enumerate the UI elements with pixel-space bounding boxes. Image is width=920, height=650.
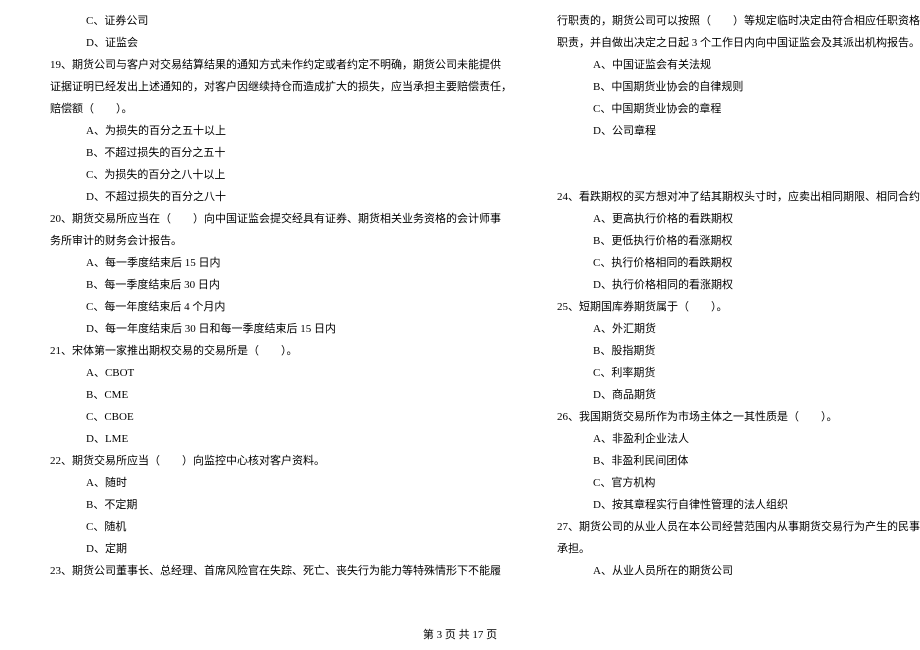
answer-option: D、不超过损失的百分之八十 (50, 186, 512, 208)
answer-option: C、执行价格相同的看跌期权 (557, 252, 920, 274)
answer-option: A、中国证监会有关法规 (557, 54, 920, 76)
question-text: 25、短期国库券期货属于（ ）。 (557, 296, 920, 318)
answer-option: D、执行价格相同的看涨期权 (557, 274, 920, 296)
answer-option: B、不定期 (50, 494, 512, 516)
answer-option: C、利率期货 (557, 362, 920, 384)
answer-option: B、更低执行价格的看涨期权 (557, 230, 920, 252)
answer-option: D、定期 (50, 538, 512, 560)
answer-option: A、非盈利企业法人 (557, 428, 920, 450)
answer-option: D、LME (50, 428, 512, 450)
question-text: 务所审计的财务会计报告。 (50, 230, 512, 252)
answer-option: A、随时 (50, 472, 512, 494)
answer-option: C、CBOE (50, 406, 512, 428)
question-text (557, 142, 920, 164)
question-text: 承担。 (557, 538, 920, 560)
question-text: 22、期货交易所应当（ ）向监控中心核对客户资料。 (50, 450, 512, 472)
answer-option: C、随机 (50, 516, 512, 538)
answer-option: A、CBOT (50, 362, 512, 384)
question-text (557, 164, 920, 186)
answer-option: C、官方机构 (557, 472, 920, 494)
answer-option: C、每一年度结束后 4 个月内 (50, 296, 512, 318)
answer-option: A、外汇期货 (557, 318, 920, 340)
question-text: 证据证明已经发出上述通知的，对客户因继续持仓而造成扩大的损失，应当承担主要赔偿责… (50, 76, 512, 98)
question-text: 24、看跌期权的买方想对冲了结其期权头寸时，应卖出相同期限、相同合约月份且（ ）… (557, 186, 920, 208)
answer-option: D、证监会 (50, 32, 512, 54)
question-text: 20、期货交易所应当在（ ）向中国证监会提交经具有证券、期货相关业务资格的会计师… (50, 208, 512, 230)
question-text: 27、期货公司的从业人员在本公司经营范围内从事期货交易行为产生的民事责任，由（ … (557, 516, 920, 538)
answer-option: C、中国期货业协会的章程 (557, 98, 920, 120)
answer-option: D、公司章程 (557, 120, 920, 142)
answer-option: B、CME (50, 384, 512, 406)
question-text: 行职责的，期货公司可以按照（ ）等规定临时决定由符合相应任职资格条件的人员代为履… (557, 10, 920, 32)
answer-option: A、从业人员所在的期货公司 (557, 560, 920, 582)
answer-option: D、按其章程实行自律性管理的法人组织 (557, 494, 920, 516)
left-column: C、证券公司D、证监会19、期货公司与客户对交易结算结果的通知方式未作约定或者约… (50, 10, 512, 595)
answer-option: D、商品期货 (557, 384, 920, 406)
question-text: 23、期货公司董事长、总经理、首席风险官在失踪、死亡、丧失行为能力等特殊情形下不… (50, 560, 512, 582)
right-column: 行职责的，期货公司可以按照（ ）等规定临时决定由符合相应任职资格条件的人员代为履… (557, 10, 920, 595)
document-columns: C、证券公司D、证监会19、期货公司与客户对交易结算结果的通知方式未作约定或者约… (50, 10, 870, 595)
answer-option: A、更高执行价格的看跌期权 (557, 208, 920, 230)
question-text: 26、我国期货交易所作为市场主体之一其性质是（ ）。 (557, 406, 920, 428)
answer-option: D、每一年度结束后 30 日和每一季度结束后 15 日内 (50, 318, 512, 340)
answer-option: B、不超过损失的百分之五十 (50, 142, 512, 164)
question-text: 职责，并自做出决定之日起 3 个工作日内向中国证监会及其派出机构报告。 (557, 32, 920, 54)
answer-option: B、非盈利民间团体 (557, 450, 920, 472)
question-text: 19、期货公司与客户对交易结算结果的通知方式未作约定或者约定不明确，期货公司未能… (50, 54, 512, 76)
question-text: 赔偿额（ ）。 (50, 98, 512, 120)
answer-option: C、为损失的百分之八十以上 (50, 164, 512, 186)
question-text: 21、宋体第一家推出期权交易的交易所是（ ）。 (50, 340, 512, 362)
answer-option: B、中国期货业协会的自律规则 (557, 76, 920, 98)
answer-option: A、为损失的百分之五十以上 (50, 120, 512, 142)
answer-option: B、股指期货 (557, 340, 920, 362)
page-footer: 第 3 页 共 17 页 (0, 626, 920, 642)
answer-option: A、每一季度结束后 15 日内 (50, 252, 512, 274)
answer-option: C、证券公司 (50, 10, 512, 32)
answer-option: B、每一季度结束后 30 日内 (50, 274, 512, 296)
